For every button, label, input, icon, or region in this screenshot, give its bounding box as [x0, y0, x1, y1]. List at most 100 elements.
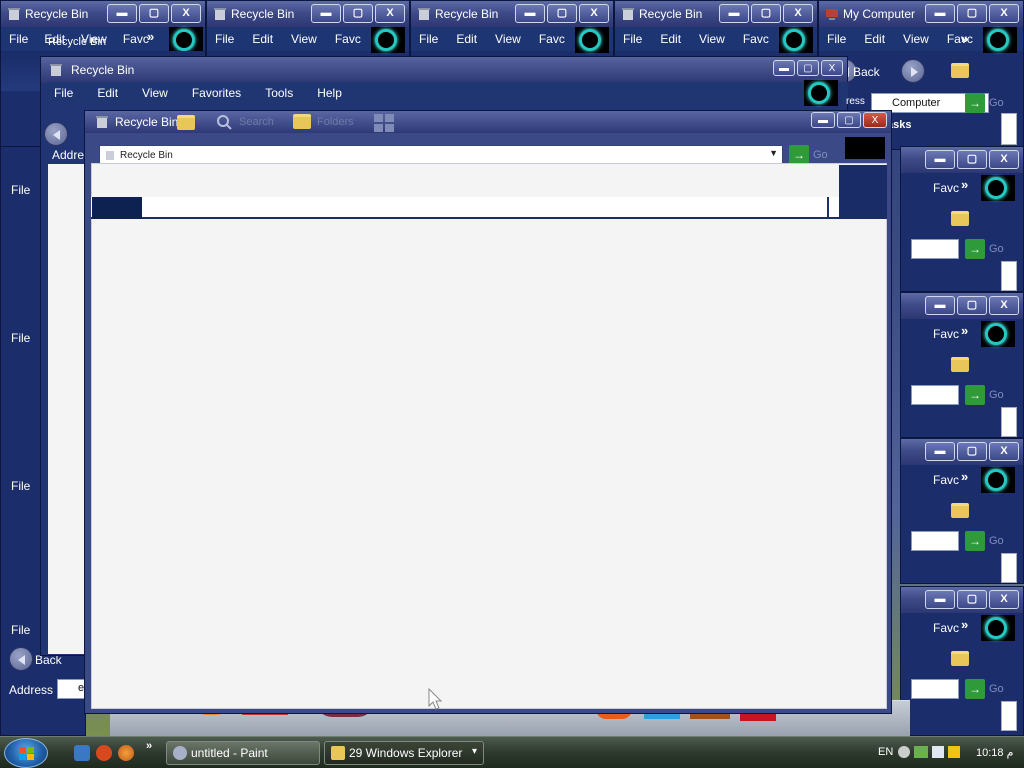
address-input[interactable]: e: [57, 679, 85, 699]
menu-file[interactable]: File: [54, 86, 73, 100]
show-desktop-icon[interactable]: [74, 745, 90, 761]
chevron-more-icon[interactable]: »: [961, 31, 968, 46]
menu-favorites[interactable]: Favc: [933, 621, 959, 635]
maximize-button[interactable]: ▢: [751, 4, 781, 23]
menu-view[interactable]: View: [903, 32, 929, 46]
maximize-button[interactable]: ▢: [343, 4, 373, 23]
menu-edit[interactable]: Edit: [864, 32, 885, 46]
start-button[interactable]: [4, 738, 48, 768]
menu-edit[interactable]: Edit: [456, 32, 477, 46]
menu-edit[interactable]: Edit: [97, 86, 118, 100]
menu-file[interactable]: File: [11, 479, 30, 493]
menu-edit[interactable]: Edit: [660, 32, 681, 46]
folder-up-icon[interactable]: [177, 115, 195, 130]
close-button[interactable]: X: [989, 442, 1019, 461]
window-recycle-bin-front[interactable]: Recycle Bin Search Folders ▬ ▢ X Recycle…: [84, 110, 892, 714]
folder-up-icon[interactable]: [951, 211, 969, 226]
back-arrow-icon[interactable]: [44, 122, 68, 146]
go-button[interactable]: →: [965, 93, 985, 113]
search-icon[interactable]: [215, 113, 233, 131]
scrollbar[interactable]: [1001, 407, 1017, 437]
scrollbar[interactable]: [1001, 701, 1017, 731]
tray-icon[interactable]: [914, 746, 928, 758]
menu-file[interactable]: File: [9, 32, 28, 46]
go-label[interactable]: Go: [989, 683, 1004, 695]
menu-file[interactable]: File: [11, 331, 30, 345]
window-stack-2[interactable]: ▬ ▢ X Favc » → Go: [900, 292, 1024, 438]
folder-up-icon[interactable]: [951, 357, 969, 372]
back-arrow-icon[interactable]: [9, 647, 33, 671]
menu-favorites[interactable]: Favc: [335, 32, 361, 46]
minimize-button[interactable]: ▬: [515, 4, 545, 23]
folder-up-icon[interactable]: [951, 503, 969, 518]
address-input[interactable]: [911, 239, 959, 259]
go-button[interactable]: →: [965, 239, 985, 259]
column-header[interactable]: [91, 197, 881, 219]
chevron-more-icon[interactable]: »: [961, 617, 968, 632]
go-button[interactable]: →: [965, 385, 985, 405]
window-stack-1[interactable]: ▬ ▢ X Favc » → Go: [900, 146, 1024, 292]
minimize-button[interactable]: ▬: [925, 150, 955, 169]
maximize-button[interactable]: ▢: [957, 590, 987, 609]
close-button[interactable]: X: [863, 112, 887, 128]
folder-up-icon[interactable]: [951, 651, 969, 666]
menu-file[interactable]: File: [419, 32, 438, 46]
minimize-button[interactable]: ▬: [311, 4, 341, 23]
menu-edit[interactable]: Edit: [252, 32, 273, 46]
maximize-button[interactable]: ▢: [957, 150, 987, 169]
menu-favorites[interactable]: Favc: [933, 181, 959, 195]
address-input[interactable]: Recycle Bin ▼: [99, 145, 783, 165]
close-button[interactable]: X: [821, 60, 843, 76]
address-input[interactable]: [911, 385, 959, 405]
close-button[interactable]: X: [783, 4, 813, 23]
menu-favorites[interactable]: Favc: [743, 32, 769, 46]
menu-file[interactable]: File: [11, 183, 30, 197]
menu-favorites[interactable]: Favc: [539, 32, 565, 46]
chevron-more-icon[interactable]: »: [146, 740, 152, 752]
minimize-button[interactable]: ▬: [925, 590, 955, 609]
tray-icon[interactable]: [948, 746, 960, 758]
go-label[interactable]: Go: [989, 535, 1004, 547]
folders-button[interactable]: Folders: [317, 116, 354, 128]
dropdown-arrow-icon[interactable]: ▾: [472, 746, 477, 757]
forward-arrow-icon[interactable]: [901, 59, 925, 83]
chevron-more-icon[interactable]: »: [147, 29, 154, 44]
chevron-more-icon[interactable]: »: [961, 323, 968, 338]
minimize-button[interactable]: ▬: [773, 60, 795, 76]
taskbar-button-paint[interactable]: untitled - Paint: [166, 741, 320, 765]
maximize-button[interactable]: ▢: [797, 60, 819, 76]
menu-tools[interactable]: Tools: [265, 86, 293, 100]
scrollbar[interactable]: [1001, 261, 1017, 291]
close-button[interactable]: X: [989, 296, 1019, 315]
scrollbar[interactable]: [1001, 553, 1017, 583]
titlebar[interactable]: Recycle Bin: [41, 57, 847, 83]
close-button[interactable]: X: [171, 4, 201, 23]
folders-icon[interactable]: [293, 114, 311, 129]
language-indicator[interactable]: EN: [878, 746, 893, 758]
maximize-button[interactable]: ▢: [837, 112, 861, 128]
chevron-more-icon[interactable]: »: [961, 177, 968, 192]
go-button[interactable]: →: [789, 145, 809, 165]
menu-view[interactable]: View: [142, 86, 168, 100]
maximize-button[interactable]: ▢: [547, 4, 577, 23]
go-label[interactable]: Go: [989, 389, 1004, 401]
maximize-button[interactable]: ▢: [957, 4, 987, 23]
titlebar[interactable]: Recycle Bin Search Folders: [85, 111, 891, 133]
app-quicklaunch-icon[interactable]: [96, 745, 112, 761]
close-button[interactable]: X: [989, 590, 1019, 609]
minimize-button[interactable]: ▬: [925, 296, 955, 315]
window-stack-3[interactable]: ▬ ▢ X Favc » → Go: [900, 438, 1024, 584]
taskbar-button-explorer[interactable]: 29 Windows Explorer ▾: [324, 741, 484, 765]
menu-file[interactable]: File: [215, 32, 234, 46]
close-button[interactable]: X: [989, 150, 1019, 169]
clock[interactable]: 10:18 ‫م: [976, 746, 1013, 759]
close-button[interactable]: X: [375, 4, 405, 23]
minimize-button[interactable]: ▬: [925, 4, 955, 23]
column-divider[interactable]: [827, 197, 829, 219]
address-input[interactable]: [911, 531, 959, 551]
menu-view[interactable]: View: [291, 32, 317, 46]
firefox-icon[interactable]: [118, 745, 134, 761]
menu-file[interactable]: File: [11, 623, 30, 637]
views-icon[interactable]: [373, 113, 395, 133]
back-label[interactable]: Back: [853, 65, 880, 79]
